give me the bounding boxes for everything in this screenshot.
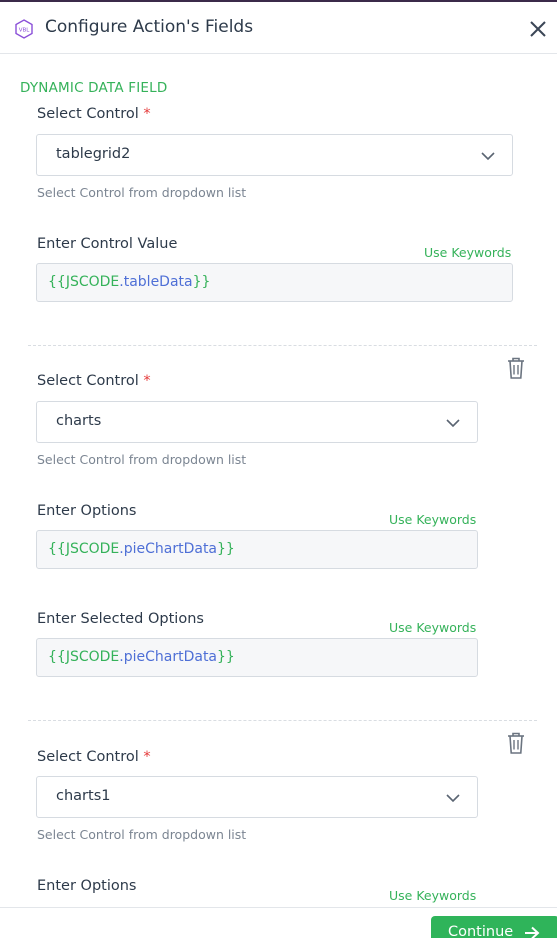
continue-label: Continue — [448, 924, 514, 938]
select-control-dropdown[interactable]: charts — [36, 401, 478, 443]
select-control-value: charts — [56, 413, 102, 429]
code-property: tableData — [123, 274, 193, 290]
required-mark: * — [143, 373, 151, 389]
arrow-right-icon — [525, 926, 540, 938]
enter-selected-options-label: Enter Selected Options — [37, 611, 204, 627]
select-control-dropdown[interactable]: charts1 — [36, 776, 478, 818]
use-keywords-link[interactable]: Use Keywords — [389, 620, 476, 635]
modal-header: VBL Configure Action's Fields — [0, 2, 557, 54]
app-logo-icon: VBL — [15, 19, 33, 39]
section-title: DYNAMIC DATA FIELD — [20, 80, 168, 96]
select-control-help: Select Control from dropdown list — [37, 452, 247, 467]
block-divider — [28, 720, 537, 721]
code-expression: {{JSCODE.pieChartData}} — [48, 541, 235, 557]
trash-icon[interactable] — [505, 731, 527, 755]
select-control-label-text: Select Control — [37, 106, 139, 122]
chevron-down-icon — [446, 419, 460, 428]
use-keywords-link[interactable]: Use Keywords — [389, 512, 476, 527]
select-control-label-text: Select Control — [37, 373, 139, 389]
required-mark: * — [143, 106, 151, 122]
code-open-brace: {{ — [48, 541, 66, 557]
app-logo-text: VBL — [19, 28, 31, 34]
select-control-label: Select Control * — [37, 749, 151, 765]
code-close-brace: }} — [217, 541, 235, 557]
chevron-down-icon — [481, 152, 495, 161]
required-mark: * — [143, 749, 151, 765]
block-divider — [28, 345, 537, 346]
selected-options-input[interactable]: {{JSCODE.pieChartData}} — [36, 638, 478, 677]
use-keywords-link[interactable]: Use Keywords — [389, 888, 476, 903]
select-control-help: Select Control from dropdown list — [37, 185, 247, 200]
select-control-help: Select Control from dropdown list — [37, 827, 247, 842]
code-close-brace: }} — [217, 649, 235, 665]
enter-options-label: Enter Options — [37, 503, 137, 519]
trash-icon[interactable] — [505, 356, 527, 380]
chevron-down-icon — [446, 794, 460, 803]
code-object: JSCODE — [65, 274, 120, 290]
continue-button[interactable]: Continue — [431, 916, 557, 938]
code-property: pieChartData — [123, 541, 218, 557]
enter-control-value-label: Enter Control Value — [37, 236, 178, 252]
modal-title: Configure Action's Fields — [45, 17, 254, 37]
select-control-label: Select Control * — [37, 106, 151, 122]
code-close-brace: }} — [192, 274, 211, 290]
select-control-label-text: Select Control — [37, 749, 139, 765]
code-open-brace: {{ — [48, 274, 66, 290]
code-object: JSCODE — [65, 541, 120, 557]
code-object: JSCODE — [65, 649, 120, 665]
control-value-input[interactable]: {{JSCODE.tableData}} — [36, 263, 513, 302]
close-icon[interactable] — [528, 19, 548, 39]
modal-footer: Continue — [0, 907, 557, 938]
code-expression: {{JSCODE.pieChartData}} — [48, 649, 235, 665]
code-open-brace: {{ — [48, 649, 66, 665]
select-control-dropdown[interactable]: tablegrid2 — [36, 134, 513, 176]
select-control-value: tablegrid2 — [56, 146, 131, 162]
code-property: pieChartData — [123, 649, 218, 665]
select-control-value: charts1 — [56, 788, 111, 804]
enter-options-label: Enter Options — [37, 878, 137, 894]
select-control-label: Select Control * — [37, 373, 151, 389]
code-expression: {{JSCODE.tableData}} — [48, 274, 210, 290]
options-input[interactable]: {{JSCODE.pieChartData}} — [36, 530, 478, 569]
use-keywords-link[interactable]: Use Keywords — [424, 245, 511, 260]
